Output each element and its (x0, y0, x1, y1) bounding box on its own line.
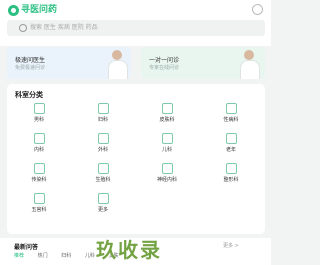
doctor-avatar (237, 47, 261, 79)
department-item[interactable]: 老年 (199, 129, 263, 163)
news-title: 最新问答 (14, 244, 39, 251)
department-icon (98, 103, 109, 114)
one-on-one-card[interactable]: 一对一问诊 专家在线问诊 (141, 47, 265, 79)
department-icon (226, 103, 237, 114)
department-item[interactable]: 生殖科 (71, 159, 135, 193)
card-subtitle: 专家在线问诊 (149, 65, 180, 71)
department-icon (34, 133, 45, 144)
card-title: 一对一问诊 (149, 57, 180, 64)
service-cards: 极速问医生 免费极速问诊 一对一问诊 专家在线问诊 (7, 47, 265, 79)
more-link[interactable]: 更多 > (223, 242, 239, 249)
tab-recommend[interactable]: 推荐 (14, 253, 24, 259)
quick-consult-card[interactable]: 极速问医生 免费极速问诊 (7, 47, 131, 79)
department-icon (162, 163, 173, 174)
card-title: 极速问医生 (15, 57, 46, 64)
department-icon (34, 163, 45, 174)
department-item[interactable]: 五官科 (7, 189, 71, 223)
department-item[interactable]: 更多 (71, 189, 135, 223)
doctor-avatar (105, 47, 129, 79)
department-item[interactable]: 男科 (7, 99, 71, 133)
tab-hot[interactable]: 热门 (38, 253, 48, 259)
department-item[interactable]: 整形科 (199, 159, 263, 193)
department-icon (162, 103, 173, 114)
header: 寻医问药 搜索 医生 疾病 医院 药品 (0, 0, 271, 46)
department-section: 科室分类 男科 妇科 皮肤科 性病科 内科 外科 儿科 老年 传染科 生殖科 神… (7, 84, 265, 234)
department-icon (98, 193, 109, 204)
department-icon (226, 133, 237, 144)
department-item[interactable]: 儿科 (135, 129, 199, 163)
search-placeholder: 搜索 医生 疾病 医院 药品 (30, 24, 98, 31)
logo-icon (8, 5, 19, 16)
department-item[interactable]: 性病科 (199, 99, 263, 133)
department-icon (98, 163, 109, 174)
department-item[interactable]: 皮肤科 (135, 99, 199, 133)
card-subtitle: 免费极速问诊 (15, 65, 46, 71)
department-icon (34, 193, 45, 204)
department-icon (226, 163, 237, 174)
department-item[interactable]: 妇科 (71, 99, 135, 133)
user-icon[interactable] (252, 4, 263, 15)
logo-text: 寻医问药 (21, 5, 58, 15)
watermark-text: 玖收录 (96, 238, 162, 262)
department-item[interactable]: 外科 (71, 129, 135, 163)
department-item[interactable]: 神经内科 (135, 159, 199, 193)
department-item[interactable]: 传染科 (7, 159, 71, 193)
tab-gyn[interactable]: 妇科 (61, 253, 71, 259)
search-icon (19, 24, 27, 32)
department-icon (98, 133, 109, 144)
tab-pediatrics[interactable]: 儿科 (85, 253, 95, 259)
department-icon (162, 133, 173, 144)
department-item[interactable]: 内科 (7, 129, 71, 163)
department-icon (34, 103, 45, 114)
search-input[interactable]: 搜索 医生 疾病 医院 药品 (7, 20, 265, 36)
